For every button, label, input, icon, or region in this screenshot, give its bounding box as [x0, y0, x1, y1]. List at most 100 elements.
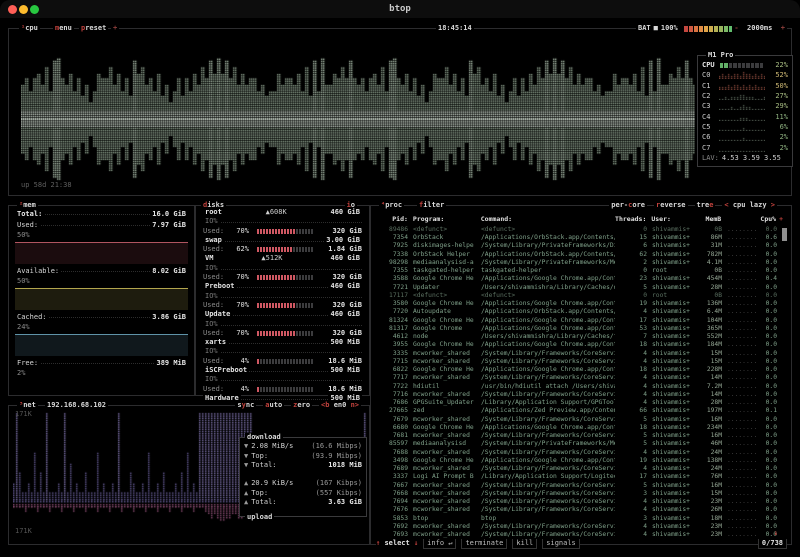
process-threads: 4	[615, 449, 647, 457]
disk-used-meter	[257, 247, 313, 252]
interval-increase-button[interactable]: +	[781, 24, 785, 32]
filter-button[interactable]: filter	[417, 201, 446, 210]
cpu-box: ¹cpu menu preset + 18:45:14 BAT■ 100% - …	[8, 28, 792, 196]
process-cpu: 0.0	[757, 490, 777, 498]
info-button[interactable]: info ↵	[423, 539, 456, 549]
auto-button[interactable]: auto	[263, 401, 284, 410]
process-cpu-graph: .........	[727, 325, 757, 333]
process-row[interactable]: 7716mcworker_shared/System/Library/Frame…	[375, 391, 785, 399]
memory-total-value: 16.0 GiB	[150, 209, 188, 220]
terminate-button[interactable]: terminate	[461, 539, 507, 549]
core-label: C1	[702, 82, 719, 90]
process-cpu-graph: .........	[727, 523, 757, 531]
preset-next-button[interactable]: +	[111, 24, 119, 33]
window-titlebar[interactable]: btop	[0, 0, 800, 18]
process-row[interactable]: 3337Logi AI Prompt B/Library/Application…	[375, 474, 785, 482]
process-row[interactable]: 7667mcworker_shared/System/Library/Frame…	[375, 482, 785, 490]
process-command: /Applications/Zed Preview.app/Conten	[481, 407, 615, 415]
signals-button[interactable]: signals	[542, 539, 580, 549]
tree-button[interactable]: tree	[695, 201, 716, 210]
process-row[interactable]: 81317Google Chrome/Applications/Google C…	[375, 325, 785, 333]
process-row[interactable]: 7689mcworker_shared/System/Library/Frame…	[375, 465, 785, 473]
process-row[interactable]: 7688mcworker_shared/System/Library/Frame…	[375, 449, 785, 457]
process-mem: 197M	[698, 407, 722, 415]
interface-selector[interactable]: <b en0 n>	[319, 401, 361, 410]
process-row[interactable]: 3580Google Chrome He/Applications/Google…	[375, 300, 785, 308]
process-row[interactable]: 3955Google Chrome He/Applications/Google…	[375, 342, 785, 350]
process-row[interactable]: 7925diskimages-helpe/System/Library/Priv…	[375, 243, 785, 251]
process-row[interactable]: 81324Google Chrome He/Applications/Googl…	[375, 317, 785, 325]
process-row[interactable]: 27665zed/Applications/Zed Preview.app/Co…	[375, 408, 785, 416]
sort-next-icon[interactable]: >	[771, 201, 775, 209]
process-table-header: Pid: Program: Command: Threads: User: Me…	[375, 215, 783, 224]
process-row[interactable]: 7681mcworker_shared/System/Library/Frame…	[375, 432, 785, 440]
process-row[interactable]: 7668mcworker_shared/System/Library/Frame…	[375, 490, 785, 498]
kill-button[interactable]: kill	[512, 539, 537, 549]
process-pid: 7338	[375, 251, 408, 259]
process-row[interactable]: 7717mcworker_shared/System/Library/Frame…	[375, 375, 785, 383]
process-cpu-graph: .........	[727, 226, 757, 234]
process-row[interactable]: 7720Autoupdate/Applications/OrbStack.app…	[375, 309, 785, 317]
cpu-total-label: CPU	[702, 61, 720, 69]
preset-button[interactable]: preset	[79, 24, 108, 33]
reverse-button[interactable]: reverse	[654, 201, 688, 210]
process-row[interactable]: 7354OrbStack/Applications/OrbStack.app/C…	[375, 234, 785, 242]
interval-decrease-button[interactable]: -	[734, 24, 738, 32]
process-row[interactable]: 7355taskgated-helpertaskgated-helper0roo…	[375, 267, 785, 275]
process-row[interactable]: 5853btopbtop3shivammis+18M.........0.0	[375, 515, 785, 523]
column-user: User:	[651, 215, 697, 223]
process-mem: 14M	[698, 391, 722, 399]
scroll-down-icon[interactable]: ↓	[774, 529, 778, 537]
process-command: /Applications/Google Chrome.app/Cont	[481, 317, 615, 325]
process-row[interactable]: 7686GPGSuite_Updater/Library/Application…	[375, 399, 785, 407]
select-down-icon[interactable]: ↓	[414, 539, 418, 547]
sync-button[interactable]: sync	[235, 401, 256, 410]
process-cpu: 0.0	[757, 374, 777, 382]
per-core-button[interactable]: per-core	[609, 201, 647, 210]
sort-indicator[interactable]: +	[779, 215, 783, 223]
process-row[interactable]: 98298mediaanalysisd-a/System/Library/Pri…	[375, 259, 785, 267]
process-row[interactable]: 7715mcworker_shared/System/Library/Frame…	[375, 358, 785, 366]
disk-used-meter-fill	[257, 331, 296, 336]
process-user: shivammis+	[652, 506, 698, 514]
process-row[interactable]: 3498Google Chrome He/Applications/Google…	[375, 457, 785, 465]
disk-io-rate: ▲608K	[224, 208, 329, 217]
process-row[interactable]: 3588Google Chrome He/Applications/Google…	[375, 276, 785, 284]
process-row[interactable]: 89486<defunct><defunct>0shivammis+0B....…	[375, 226, 785, 234]
zero-button[interactable]: zero	[291, 401, 312, 410]
meter-block	[742, 63, 745, 68]
process-mem: 18M	[698, 515, 722, 523]
process-mem: 454M	[698, 275, 722, 283]
process-row[interactable]: 17117<defunct><defunct>0root0B.........0…	[375, 292, 785, 300]
disk-used-row: Used:70%320 GiB	[203, 227, 362, 236]
process-mem: 15M	[698, 350, 722, 358]
process-command: /System/Library/Frameworks/CoreServi	[481, 358, 615, 366]
interface-next-icon[interactable]: n>	[351, 401, 359, 409]
process-row[interactable]: 6822Google Chrome He/Applications/Google…	[375, 366, 785, 374]
process-row[interactable]: 85597mediaanalysisd/System/Library/Priva…	[375, 441, 785, 449]
process-row[interactable]: 7721Updater/Users/shivammishra/Library/C…	[375, 284, 785, 292]
disk-used-meter	[257, 359, 313, 364]
transfer-arrow-icon: ▲	[244, 498, 248, 508]
disk-io-row: IO%	[203, 320, 362, 329]
process-row[interactable]: 7338OrbStack Helper/Applications/OrbStac…	[375, 251, 785, 259]
process-program: zed	[413, 407, 477, 415]
process-row[interactable]: 7692mcworker_shared/System/Library/Frame…	[375, 523, 785, 531]
scrollbar-thumb[interactable]	[782, 228, 787, 241]
process-program: mcworker_shared	[413, 523, 477, 531]
disk-size: 500 MiB	[328, 366, 362, 375]
process-pid: 85597	[375, 440, 408, 448]
menu-button[interactable]: menu	[53, 24, 74, 33]
process-row[interactable]: 7676mcworker_shared/System/Library/Frame…	[375, 507, 785, 515]
sort-selector[interactable]: < cpu lazy >	[722, 201, 777, 210]
disk-used-value: 18.6 MiB	[318, 385, 362, 394]
process-row[interactable]: 7679mcworker_shared/System/Library/Frame…	[375, 416, 785, 424]
process-row[interactable]: 4612node/Users/shivammishra/Library/Cach…	[375, 333, 785, 341]
select-up-icon[interactable]: ↑	[376, 539, 380, 547]
process-row[interactable]: 7694mcworker_shared/System/Library/Frame…	[375, 498, 785, 506]
column-command: Command:	[481, 215, 615, 223]
process-row[interactable]: 7722hdiutil/usr/bin/hdiutil attach /User…	[375, 383, 785, 391]
process-row[interactable]: 6680Google Chrome He/Applications/Google…	[375, 424, 785, 432]
process-cpu-graph: .........	[727, 341, 757, 349]
process-row[interactable]: 3335mcworker_shared/System/Library/Frame…	[375, 350, 785, 358]
